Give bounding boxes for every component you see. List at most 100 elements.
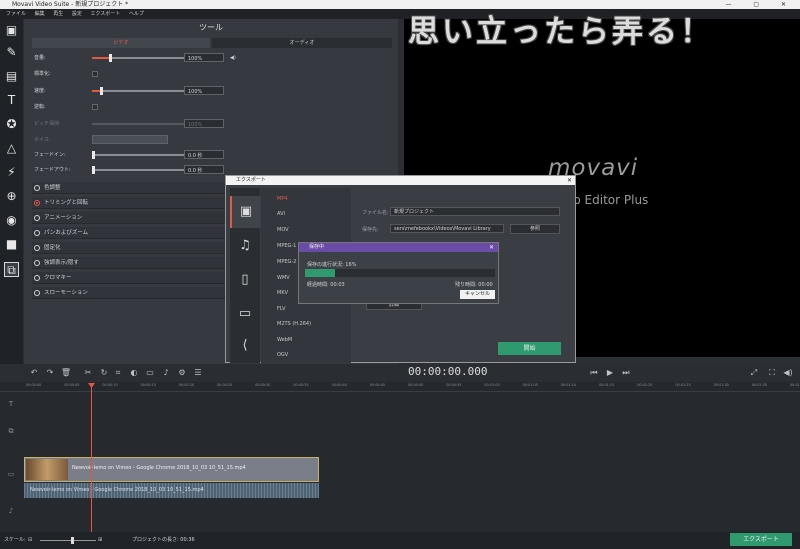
fade-out-row: フェードアウト: 0.0 秒	[34, 165, 394, 175]
save-path-input[interactable]: sers\mefebookx\Videos\Movavi Library	[390, 224, 504, 233]
format-item[interactable]: FLV	[277, 306, 286, 312]
tv-icon[interactable]: ▭	[230, 298, 260, 330]
format-item[interactable]: MPEG-2	[277, 259, 296, 265]
video-clip[interactable]: Newvoir-lemo on Vimeo - Google Chrome 20…	[24, 457, 319, 482]
more-tools-icon[interactable]: ⧉	[4, 262, 19, 277]
format-item[interactable]: MP4	[277, 196, 288, 202]
ruler-tick-label: 00:00:00	[26, 383, 42, 387]
zoom-slider[interactable]	[40, 540, 96, 541]
speed-row: 速度: 100%	[34, 86, 394, 96]
timecode: 00:00:00.000	[408, 365, 488, 378]
format-item[interactable]: MKV	[277, 290, 288, 296]
format-item[interactable]: WebM	[277, 337, 292, 343]
rotate-icon[interactable]: ↻	[98, 367, 110, 379]
titles-icon[interactable]: T	[4, 93, 19, 108]
ruler-tick-label: 00:00:15	[140, 383, 156, 387]
play-icon[interactable]: ▶	[604, 367, 616, 379]
highlight-icon[interactable]: ■	[4, 237, 19, 252]
video-file-icon[interactable]: ▣	[230, 196, 260, 228]
pitch-row: ピッチ保持: 100%	[34, 119, 394, 129]
export-button[interactable]: エクスポート	[730, 533, 792, 546]
ruler-tick-label: 00:01:40	[790, 383, 800, 387]
format-item[interactable]: MOV	[277, 227, 289, 233]
audio-icon[interactable]: ♪	[160, 367, 172, 379]
tab-video[interactable]: ビデオ	[32, 38, 210, 48]
format-item[interactable]: OGV	[277, 352, 288, 358]
menu-export[interactable]: エクスポート	[90, 11, 120, 17]
menu-edit[interactable]: 編集	[35, 11, 45, 17]
zoom-icon[interactable]: ⊕	[4, 189, 19, 204]
music-track-icon: ♪	[8, 507, 14, 515]
equalizer-icon[interactable]: ☰	[192, 367, 204, 379]
format-item[interactable]: MPEG-1	[277, 243, 296, 249]
zoom-in-icon[interactable]: ⊞	[98, 532, 102, 549]
devices-icon[interactable]: ▯	[230, 264, 260, 296]
speed-value[interactable]: 100%	[184, 86, 224, 95]
share-icon[interactable]: ⟨	[230, 330, 260, 362]
settings-icon[interactable]: ⚙	[176, 367, 188, 379]
speaker-icon[interactable]: ◀)	[230, 53, 236, 63]
close-icon[interactable]: ✕	[489, 243, 494, 252]
fade-in-knob[interactable]	[92, 151, 95, 159]
speed-label: 速度:	[34, 88, 46, 94]
stabilize-icon[interactable]: ◉	[4, 213, 19, 228]
image-icon[interactable]: ▭	[144, 367, 156, 379]
close-icon[interactable]: ✕	[567, 176, 572, 185]
redo-icon[interactable]: ↷	[44, 367, 56, 379]
menu-settings[interactable]: 設定	[72, 11, 82, 17]
cancel-button[interactable]: キャンセル	[460, 290, 495, 299]
audio-file-icon[interactable]: ♫	[230, 230, 260, 262]
fade-out-label: フェードアウト:	[34, 167, 71, 173]
export-dialog-title: エクスポート ✕	[226, 176, 575, 185]
snapshot-icon[interactable]: ⤢	[748, 367, 760, 379]
speed-knob[interactable]	[99, 87, 103, 95]
cut-icon[interactable]: ✂	[82, 367, 94, 379]
zoom-knob[interactable]	[71, 537, 74, 544]
browse-button[interactable]: 参照	[510, 224, 560, 234]
delete-icon[interactable]: 🗑	[60, 367, 72, 379]
color-icon[interactable]: ◐	[128, 367, 140, 379]
progress-dialog-title: 保存中 ✕	[299, 243, 498, 252]
menu-file[interactable]: ファイル	[6, 11, 26, 17]
fade-in-value[interactable]: 0.0 秒	[184, 150, 224, 159]
effect-label: 色調整	[44, 185, 61, 191]
fade-out-value[interactable]: 0.0 秒	[184, 165, 224, 174]
import-icon[interactable]: ▣	[4, 23, 19, 38]
volume-knob[interactable]	[109, 54, 113, 62]
magic-wand-icon[interactable]: ✎	[4, 45, 19, 60]
motion-icon[interactable]: ⚡	[4, 165, 19, 180]
volume-icon[interactable]: ◀)	[782, 367, 794, 379]
radio-icon	[34, 230, 40, 236]
start-export-button[interactable]: 開始	[498, 342, 561, 355]
progress-bar	[305, 269, 495, 277]
undo-icon[interactable]: ↶	[28, 367, 40, 379]
prev-frame-icon[interactable]: ⏮	[588, 367, 600, 379]
timeline-ruler[interactable]: 00:00:00 00:00:05 00:00:10 00:00:15 00:00:20…	[0, 382, 800, 392]
next-frame-icon[interactable]: ⏭	[620, 367, 632, 379]
format-item[interactable]: M2TS (H.264)	[277, 321, 311, 327]
reverse-checkbox[interactable]	[92, 104, 98, 110]
zoom-out-icon[interactable]: ⊟	[28, 532, 32, 549]
filename-label: ファイル名:	[362, 210, 389, 216]
fade-out-knob[interactable]	[92, 166, 95, 174]
effect-label: スローモーション	[44, 290, 88, 296]
radio-icon	[34, 275, 40, 281]
volume-value[interactable]: 100%	[184, 53, 224, 62]
audio-clip[interactable]: Newvoir-lemo on Vimeo - Google Chrome 20…	[24, 483, 319, 498]
fullscreen-icon[interactable]: ⛶	[766, 367, 778, 379]
stickers-icon[interactable]: ✪	[4, 117, 19, 132]
normalize-checkbox[interactable]	[92, 71, 98, 77]
filename-input[interactable]: 新規プロジェクト	[390, 207, 560, 216]
effect-label: トリミングと回転	[44, 200, 89, 206]
filters-icon[interactable]: ▤	[4, 69, 19, 84]
window-controls[interactable]: — ▢ ✕	[725, 0, 796, 9]
format-item[interactable]: AVI	[277, 211, 285, 217]
menu-help[interactable]: ヘルプ	[129, 11, 144, 17]
playhead[interactable]	[91, 384, 92, 532]
shapes-icon[interactable]: △	[4, 141, 19, 156]
format-item[interactable]: WMV	[277, 275, 290, 281]
tab-audio[interactable]: オーディオ	[212, 38, 392, 48]
crop-icon[interactable]: ⌗	[112, 367, 124, 379]
menu-playback[interactable]: 再生	[53, 11, 63, 17]
ruler-tick-label: 00:00:50	[408, 383, 424, 387]
